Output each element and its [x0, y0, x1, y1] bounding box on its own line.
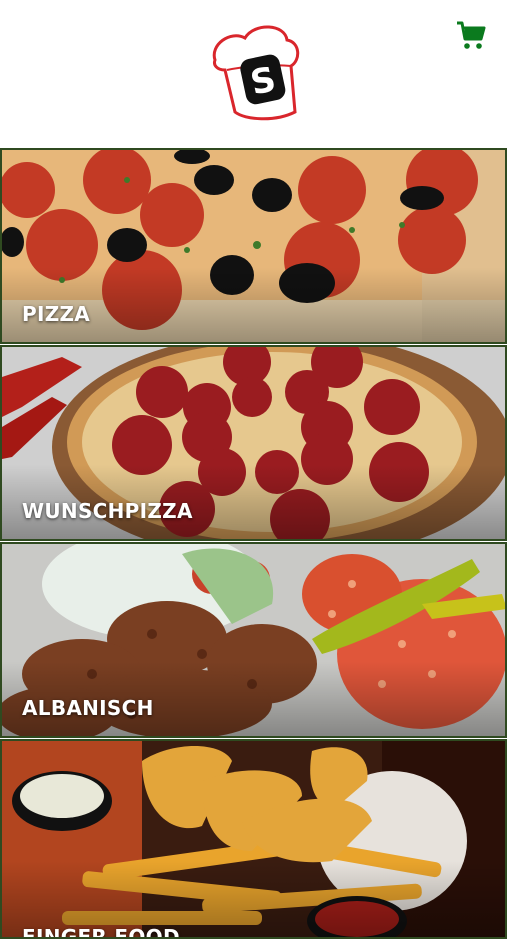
shopping-cart-icon[interactable]: [455, 20, 487, 52]
category-tile-albanisch[interactable]: ALBANISCH: [0, 542, 507, 738]
category-list: PIZZA WUNSCHPIZZA ALBANISCH FINGER FOOD: [0, 148, 507, 939]
category-tile-wunschpizza[interactable]: WUNSCHPIZZA: [0, 345, 507, 541]
category-tile-pizza[interactable]: PIZZA: [0, 148, 507, 344]
category-label-pizza: PIZZA: [22, 302, 91, 326]
category-label-wunschpizza: WUNSCHPIZZA: [22, 499, 193, 523]
restaurant-logo[interactable]: S: [205, 20, 305, 122]
category-tile-finger-food[interactable]: FINGER FOOD: [0, 739, 507, 939]
category-label-albanisch: ALBANISCH: [22, 696, 154, 720]
app-header: S: [0, 0, 507, 148]
finger-food-image: [2, 741, 505, 937]
category-label-finger-food: FINGER FOOD: [22, 925, 180, 939]
